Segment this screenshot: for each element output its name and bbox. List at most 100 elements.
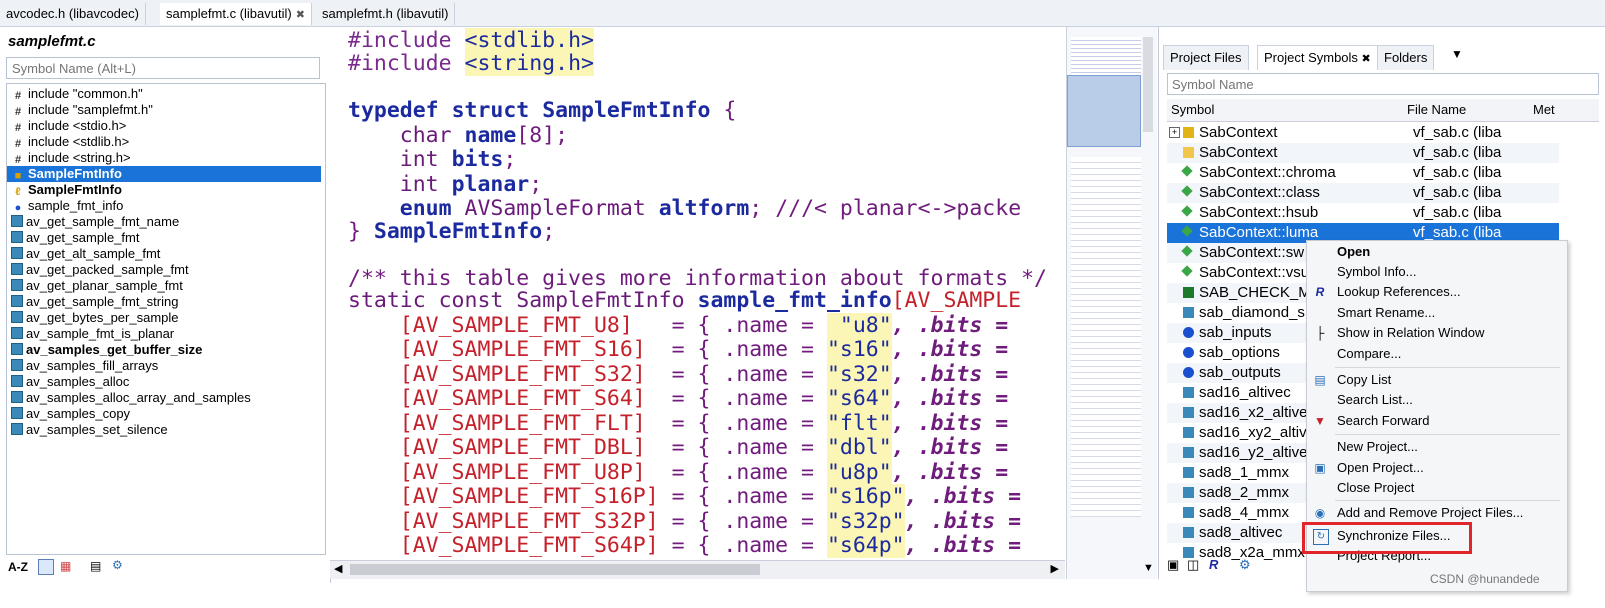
menu-item-close-project[interactable]: Close Project [1337,479,1414,497]
scroll-down-icon[interactable]: ▼ [1143,562,1154,574]
column-symbol[interactable]: Symbol [1171,102,1214,117]
tab-samplefmt-c[interactable]: samplefmt.c (libavutil) ✖ [160,3,312,25]
minimap-viewport[interactable] [1067,75,1141,147]
list-item[interactable]: av_samples_fill_arrays [11,358,158,374]
list-item[interactable]: av_samples_copy [11,406,130,422]
tab-project-files[interactable]: Project Files [1163,45,1249,70]
column-met[interactable]: Met [1533,102,1555,117]
menu-item-search-forward[interactable]: Search Forward [1337,412,1429,430]
list-item[interactable]: av_samples_get_buffer_size [11,342,202,358]
list-item[interactable]: av_get_sample_fmt_name [11,214,179,230]
function-icon [11,423,23,435]
function-icon [11,231,23,243]
tab-label: samplefmt.h (libavutil) [322,6,449,21]
tab-folders[interactable]: Folders [1377,45,1435,70]
list-item[interactable]: av_samples_alloc_array_and_samples [11,390,251,406]
include-icon: # [14,154,22,166]
list-item[interactable]: ● sample_fmt_info [11,198,124,214]
references-icon: R [1315,285,1325,299]
code-line: [AV_SAMPLE_FMT_U8P] = { .name = "u8p", .… [399,460,1009,485]
list-item[interactable]: av_get_sample_fmt [11,230,139,246]
table-row[interactable]: SabContext::hsub vf_sab.c (liba [1167,203,1559,223]
function-icon [11,391,23,403]
close-icon[interactable]: ✖ [1362,53,1371,65]
member-icon [1181,225,1193,237]
table-row[interactable]: + SabContext vf_sab.c (liba [1167,123,1559,143]
chevron-down-icon[interactable]: ▼ [1451,47,1463,61]
expand-icon[interactable]: + [1169,127,1180,138]
scroll-left-icon[interactable]: ◀ [334,562,342,575]
function-icon [1183,407,1194,418]
file-symbol-panel: samplefmt.c #include "common.h" #include… [0,27,331,583]
scroll-right-icon[interactable]: ▶ [1051,562,1059,575]
list-item-selected[interactable]: ■ SampleFmtInfo [7,166,321,182]
list-item[interactable]: # include "samplefmt.h" [11,102,153,118]
list-item[interactable]: av_get_packed_sample_fmt [11,262,189,278]
list-item[interactable]: # include <string.h> [11,150,131,166]
sort-alpha-button[interactable]: A-Z [8,560,28,574]
copy-icon: ▤ [1314,373,1326,387]
list-item[interactable]: av_sample_fmt_is_planar [11,326,174,342]
menu-separator [1335,500,1560,501]
function-icon [1183,467,1194,478]
menu-item-compare[interactable]: Compare... [1337,345,1401,363]
save-icon[interactable]: ▣ [1167,557,1179,573]
symbol-tree[interactable]: # include "common.h" # include "samplefmt.… [6,83,326,555]
menu-item-search-list[interactable]: Search List... [1337,391,1413,409]
menu-item-open-project[interactable]: Open Project... [1337,459,1424,477]
list-item[interactable]: av_samples_set_silence [11,422,168,438]
symbols-toolbar: ▣ ◫ R ⚙ [1165,557,1305,575]
table-row[interactable]: SabContext::chroma vf_sab.c (liba [1167,163,1559,183]
function-icon [1183,527,1194,538]
symbol-search-input[interactable] [6,57,320,79]
tab-project-symbols[interactable]: Project Symbols ✖ [1257,45,1378,70]
tab-samplefmt-h[interactable]: samplefmt.h (libavutil) [316,3,456,25]
menu-item-symbol-info[interactable]: Symbol Info... [1337,263,1416,281]
struct-icon: ■ [14,170,22,182]
code-editor[interactable]: #include <stdlib.h> #include <string.h> … [330,27,1065,579]
project-symbol-search-input[interactable] [1167,73,1599,95]
book-icon[interactable]: ▤ [90,559,101,573]
function-icon [11,359,23,371]
menu-item-lookup-references[interactable]: Lookup References... [1337,283,1461,301]
tab-label: avcodec.h (libavcodec) [6,6,139,21]
horizontal-scrollbar[interactable]: ◀ ▶ [330,560,1065,579]
list-item[interactable]: av_get_sample_fmt_string [11,294,178,310]
code-line: [AV_SAMPLE_FMT_U8] = { .name = "u8", .bi… [399,313,1009,338]
gear-icon[interactable]: ⚙ [1239,557,1251,573]
list-item[interactable]: av_samples_alloc [11,374,129,390]
category-icon[interactable]: ▦ [60,559,71,573]
function-icon [11,407,23,419]
list-view-icon[interactable] [38,559,54,575]
code-minimap[interactable]: ▼ [1066,27,1157,579]
gear-icon[interactable]: ⚙ [112,558,123,572]
open-project-icon: ▣ [1314,461,1326,475]
list-item[interactable]: av_get_alt_sample_fmt [11,246,160,262]
filter-icon[interactable]: ◫ [1187,557,1199,573]
close-icon[interactable]: ✖ [296,9,305,21]
tab-avcodec-h[interactable]: avcodec.h (libavcodec) [0,3,146,25]
list-item[interactable]: av_get_bytes_per_sample [11,310,179,326]
vertical-scrollbar-thumb[interactable] [1143,37,1153,132]
table-row[interactable]: SabContext vf_sab.c (liba [1167,143,1559,163]
list-item[interactable]: # include <stdio.h> [11,118,126,134]
column-file-name[interactable]: File Name [1407,102,1466,117]
variable-icon [1183,347,1194,358]
scrollbar-thumb[interactable] [350,564,760,575]
menu-item-add-remove-project-files[interactable]: Add and Remove Project Files... [1337,504,1523,522]
list-item[interactable]: # include "common.h" [11,86,143,102]
menu-separator [1335,434,1560,435]
include-icon: # [14,122,22,134]
menu-item-copy-list[interactable]: Copy List [1337,371,1391,389]
code-line: [AV_SAMPLE_FMT_S16P] = { .name = "s16p",… [399,484,1022,509]
menu-item-open[interactable]: Open [1337,243,1370,261]
menu-item-smart-rename[interactable]: Smart Rename... [1337,304,1435,322]
menu-item-show-in-relation-window[interactable]: Show in Relation Window [1337,324,1484,342]
menu-item-new-project[interactable]: New Project... [1337,438,1418,456]
list-item[interactable]: av_get_planar_sample_fmt [11,278,183,294]
table-row[interactable]: SabContext::class vf_sab.c (liba [1167,183,1559,203]
list-item[interactable]: # include <stdlib.h> [11,134,129,150]
list-item[interactable]: ℓ SampleFmtInfo [11,182,122,198]
code-line: #include <stdlib.h> [348,28,594,53]
references-icon[interactable]: R [1209,557,1218,572]
